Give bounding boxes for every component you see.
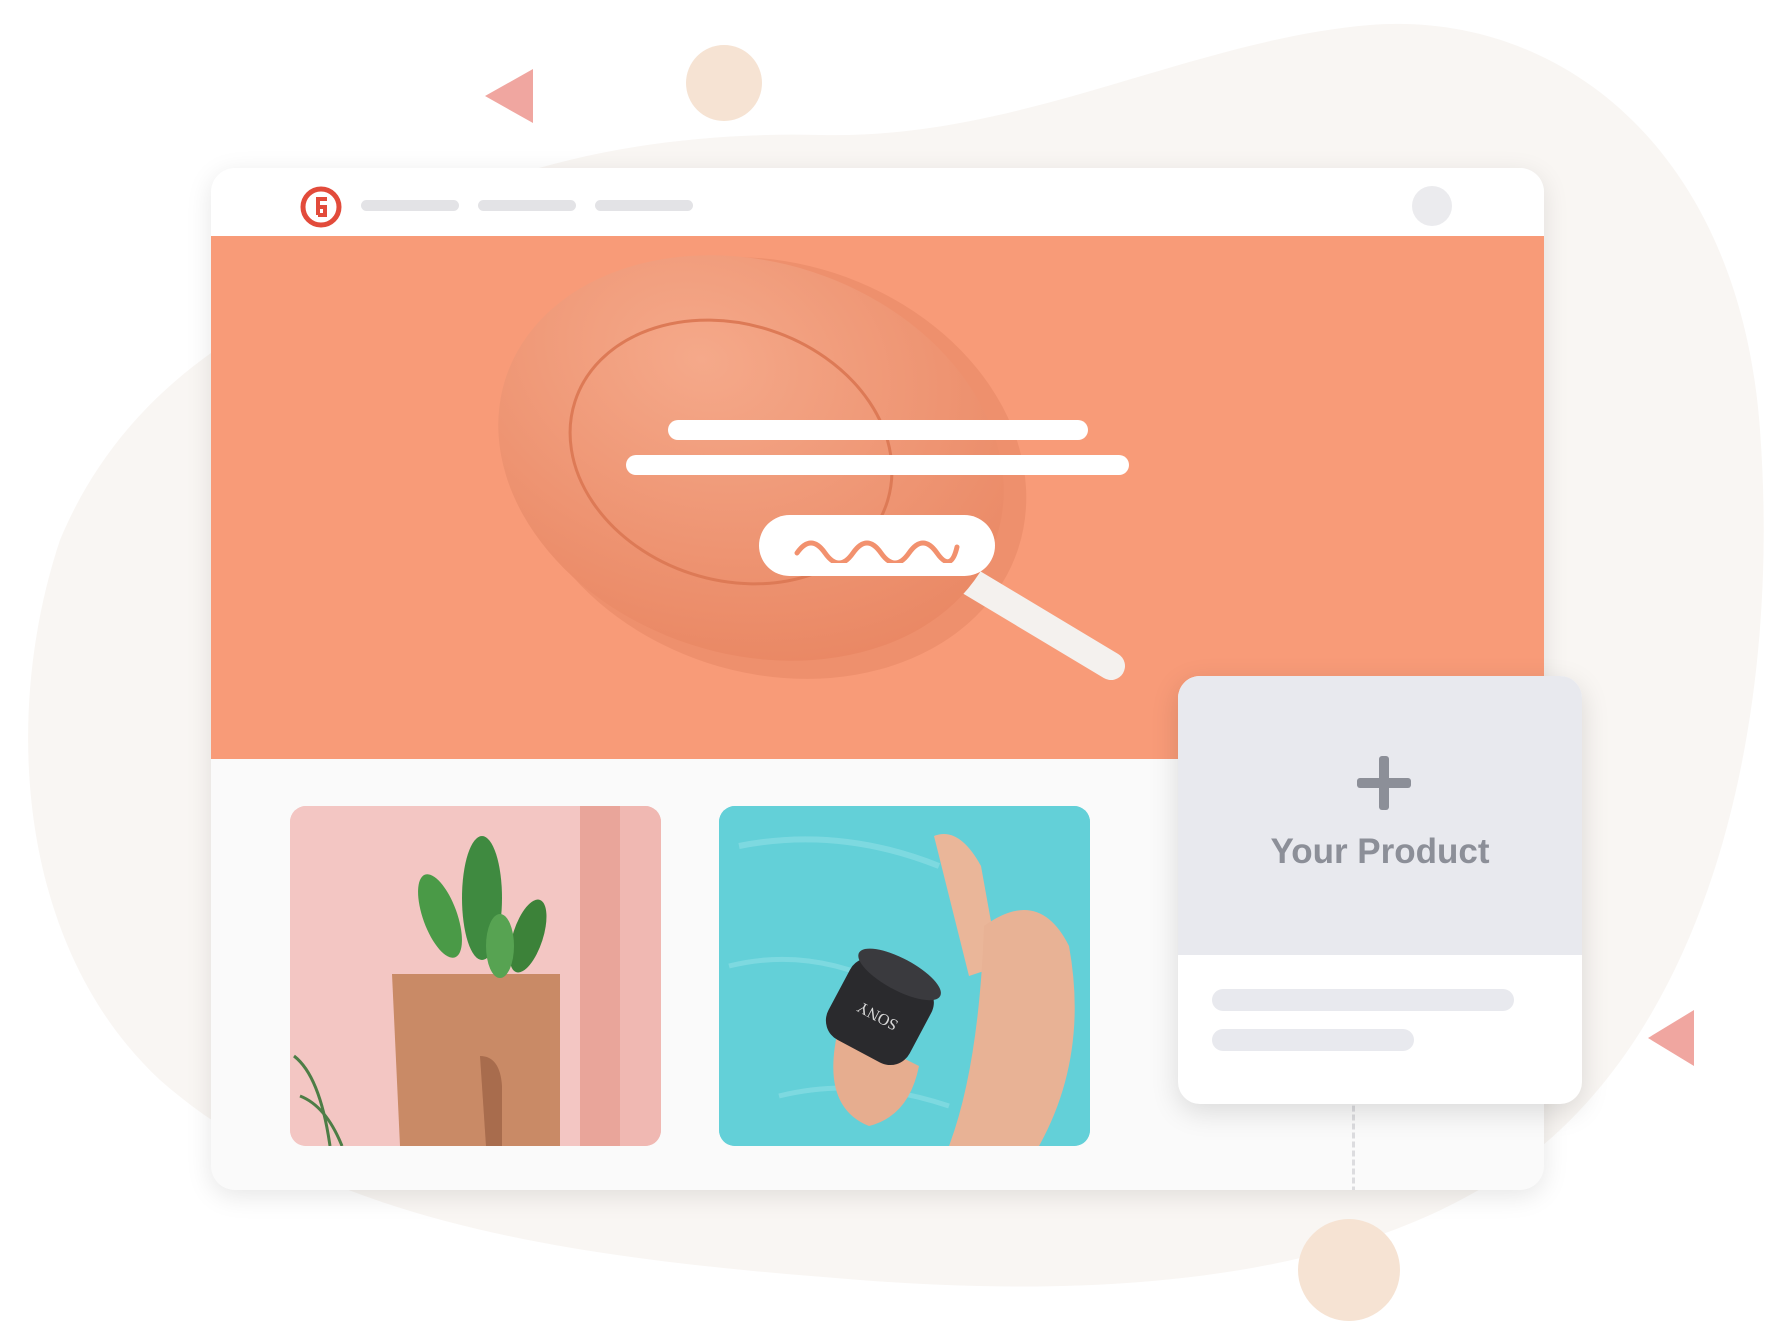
- add-product-card[interactable]: Your Product: [1178, 676, 1582, 1104]
- wave-icon: [794, 540, 960, 563]
- plus-icon: [1357, 756, 1411, 810]
- decor-triangle-right: [1648, 1010, 1694, 1066]
- product-card-1[interactable]: [290, 806, 661, 1146]
- nav-item-1[interactable]: [361, 200, 459, 211]
- add-product-text-line-2: [1212, 1029, 1414, 1051]
- brand-logo-icon[interactable]: [300, 186, 342, 228]
- user-avatar-icon[interactable]: [1412, 186, 1452, 226]
- cactus-plant-photo: [290, 806, 661, 1146]
- decor-circle-bottom: [1298, 1219, 1400, 1321]
- nav-item-3[interactable]: [595, 200, 693, 211]
- add-product-label: Your Product: [1270, 832, 1490, 871]
- nav-item-2[interactable]: [478, 200, 576, 211]
- decor-circle-top: [686, 45, 762, 121]
- hero-heading-line-2: [626, 455, 1129, 475]
- add-product-image-area: Your Product: [1178, 676, 1582, 955]
- product-card-2[interactable]: SONY: [719, 806, 1090, 1146]
- hero-cta-button[interactable]: [759, 515, 995, 576]
- add-product-text-line-1: [1212, 989, 1514, 1011]
- decor-triangle-top: [485, 69, 533, 123]
- site-header: [211, 168, 1544, 236]
- hero-heading-line-1: [668, 420, 1088, 440]
- speaker-in-hand-photo: SONY: [719, 806, 1090, 1146]
